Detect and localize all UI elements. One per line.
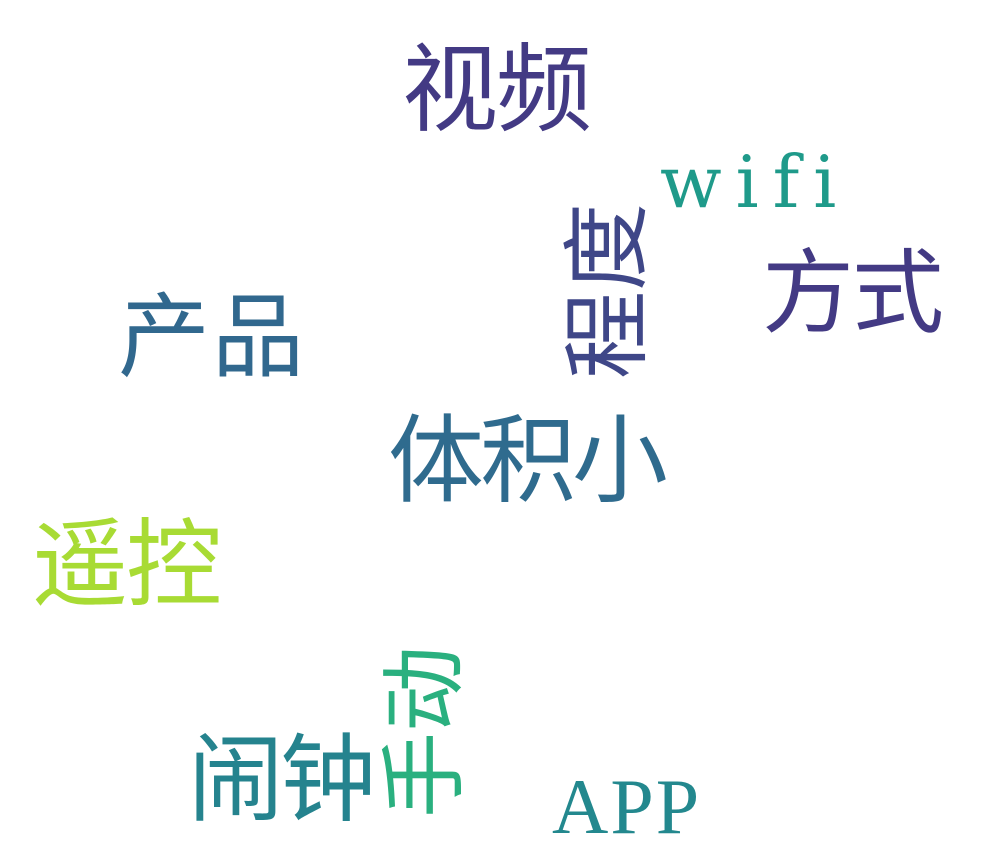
word-chanpin: 产品 <box>118 284 307 391</box>
word-app: APP <box>552 763 702 850</box>
word-shipin: 视频 <box>402 34 592 146</box>
word-cloud: 视频 wifi 程度 方式 产品 体积小 遥控 手动 闹钟 APP <box>0 0 1000 860</box>
word-chengdu: 程度 <box>556 202 659 379</box>
word-wifi: wifi <box>660 140 851 224</box>
word-yaokong: 遥控 <box>32 509 222 621</box>
word-tijixiao: 体积小 <box>388 405 668 517</box>
word-naozhong: 闹钟 <box>188 724 376 836</box>
word-shoudong: 手动 <box>375 646 475 818</box>
word-fangshi: 方式 <box>762 240 944 347</box>
